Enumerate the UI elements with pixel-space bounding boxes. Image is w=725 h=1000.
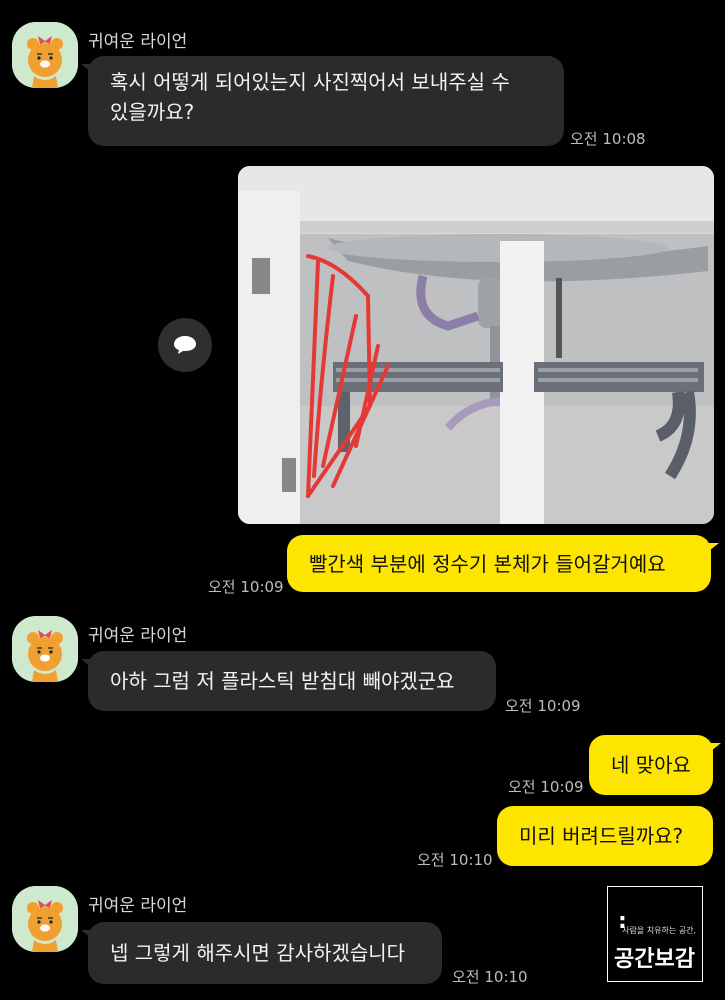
avatar[interactable] bbox=[12, 22, 78, 88]
logo-name: 공간보감 bbox=[614, 947, 695, 972]
message-time: 오전 10:08 bbox=[570, 130, 646, 148]
message-text: 미리 버려드릴까요? bbox=[519, 824, 684, 848]
message-time: 오전 10:10 bbox=[452, 968, 528, 986]
message-bubble[interactable]: 아하 그럼 저 플라스틱 받침대 빼야겠군요 bbox=[81, 651, 496, 711]
message-bubble[interactable]: 미리 버려드릴까요? bbox=[497, 806, 713, 866]
ryan-avatar-icon bbox=[12, 22, 78, 88]
message-text: 혹시 어떻게 되어있는지 사진찍어서 보내주실 수 bbox=[110, 70, 510, 94]
sink-cabinet-photo[interactable] bbox=[238, 166, 714, 524]
message-bubble[interactable]: 넵 그렇게 해주시면 감사하겠습니다 bbox=[81, 922, 442, 984]
message-bubble[interactable]: 네 맞아요 bbox=[589, 735, 721, 795]
message-text: 있을까요? bbox=[110, 100, 195, 124]
message-text: 아하 그럼 저 플라스틱 받침대 빼야겠군요 bbox=[110, 669, 455, 693]
message-time: 오전 10:09 bbox=[508, 778, 584, 796]
message-time: 오전 10:09 bbox=[208, 578, 284, 596]
message-time: 오전 10:09 bbox=[505, 697, 581, 715]
avatar[interactable] bbox=[12, 886, 78, 952]
speech-bubble-icon bbox=[174, 336, 196, 354]
ryan-avatar-icon bbox=[12, 616, 78, 682]
logo-tagline: 사람을 치유하는 공간, bbox=[622, 926, 696, 935]
message-time: 오전 10:10 bbox=[417, 851, 493, 869]
message-text: 네 맞아요 bbox=[611, 753, 691, 777]
message-bubble[interactable]: 빨간색 부분에 정수기 본체가 들어갈거예요 bbox=[287, 535, 719, 592]
photo-image bbox=[238, 166, 714, 524]
avatar[interactable] bbox=[12, 616, 78, 682]
message-text: 넵 그렇게 해주시면 감사하겠습니다 bbox=[110, 941, 406, 965]
sender-name: 귀여운 라이언 bbox=[88, 626, 188, 646]
share-button[interactable] bbox=[158, 318, 212, 372]
sender-name: 귀여운 라이언 bbox=[88, 896, 188, 916]
ryan-avatar-icon bbox=[12, 886, 78, 952]
brand-logo: : 사람을 치유하는 공간, 공간보감 bbox=[607, 886, 703, 982]
message-text: 빨간색 부분에 정수기 본체가 들어갈거예요 bbox=[309, 551, 666, 576]
sender-name: 귀여운 라이언 bbox=[88, 32, 188, 52]
message-bubble[interactable]: 혹시 어떻게 되어있는지 사진찍어서 보내주실 수 있을까요? bbox=[81, 56, 564, 146]
